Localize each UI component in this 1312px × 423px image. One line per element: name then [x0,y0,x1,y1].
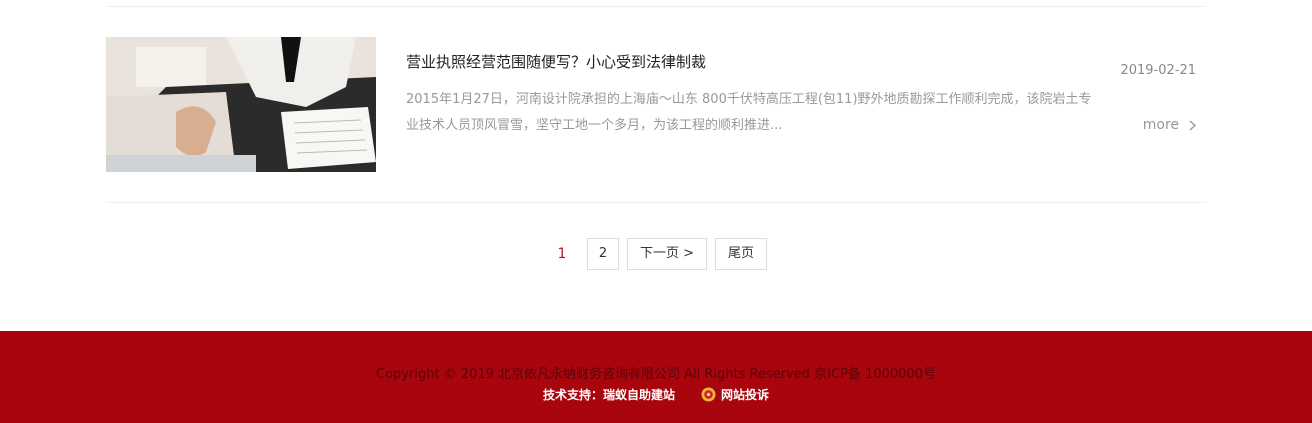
complaint-link[interactable]: 网站投诉 [701,386,769,403]
article-list-item[interactable]: 营业执照经营范围随便写？小心受到法律制裁 2015年1月27日，河南设计院承担的… [106,37,1206,172]
chevron-right-icon [1189,119,1196,131]
article-thumbnail[interactable] [106,37,376,172]
bottom-divider [106,202,1206,203]
footer: Copyright © 2019 北京依凡永纳财务咨询有限公司 All Righ… [0,331,1312,423]
article-title[interactable]: 营业执照经营范围随便写？小心受到法律制裁 [406,51,706,72]
tech-support-link[interactable]: 技术支持：瑞蚁自助建站 [543,386,675,403]
footer-links: 技术支持：瑞蚁自助建站 网站投诉 [0,386,1312,403]
last-page-button[interactable]: 尾页 [715,238,768,270]
page-current: 1 [557,246,567,262]
copyright-text: Copyright © 2019 北京依凡永纳财务咨询有限公司 All Righ… [376,367,936,382]
next-page-button[interactable]: 下一页 > [626,238,707,270]
more-link[interactable]: more [1143,117,1196,133]
pagination: 1 2 下一页 > 尾页 [0,238,1312,270]
article-summary: 2015年1月27日，河南设计院承担的上海庙～山东 800千伏特高压工程(包11… [406,92,1092,133]
police-badge-icon [701,387,716,402]
more-label: more [1142,117,1179,133]
complaint-label: 网站投诉 [721,388,770,402]
top-divider [106,6,1206,7]
article-date: 2019-02-21 [1120,63,1196,78]
page-2-button[interactable]: 2 [586,238,619,270]
